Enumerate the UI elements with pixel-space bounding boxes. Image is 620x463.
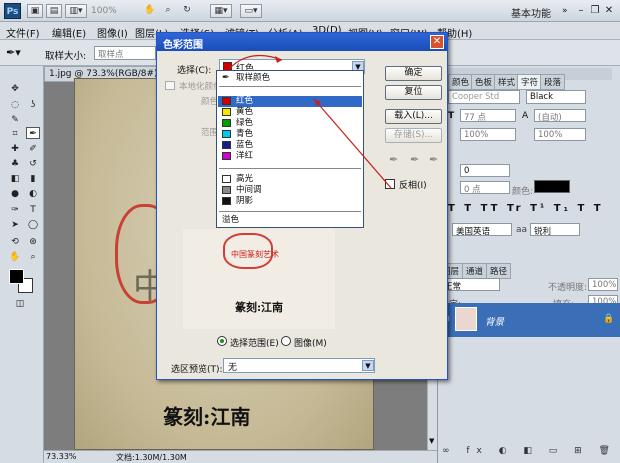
annotation-arrows <box>229 54 392 189</box>
arrowhead <box>275 56 282 63</box>
arrowhead <box>314 99 321 106</box>
arrow-to-invert <box>313 98 392 189</box>
arrow-to-select <box>229 54 283 69</box>
